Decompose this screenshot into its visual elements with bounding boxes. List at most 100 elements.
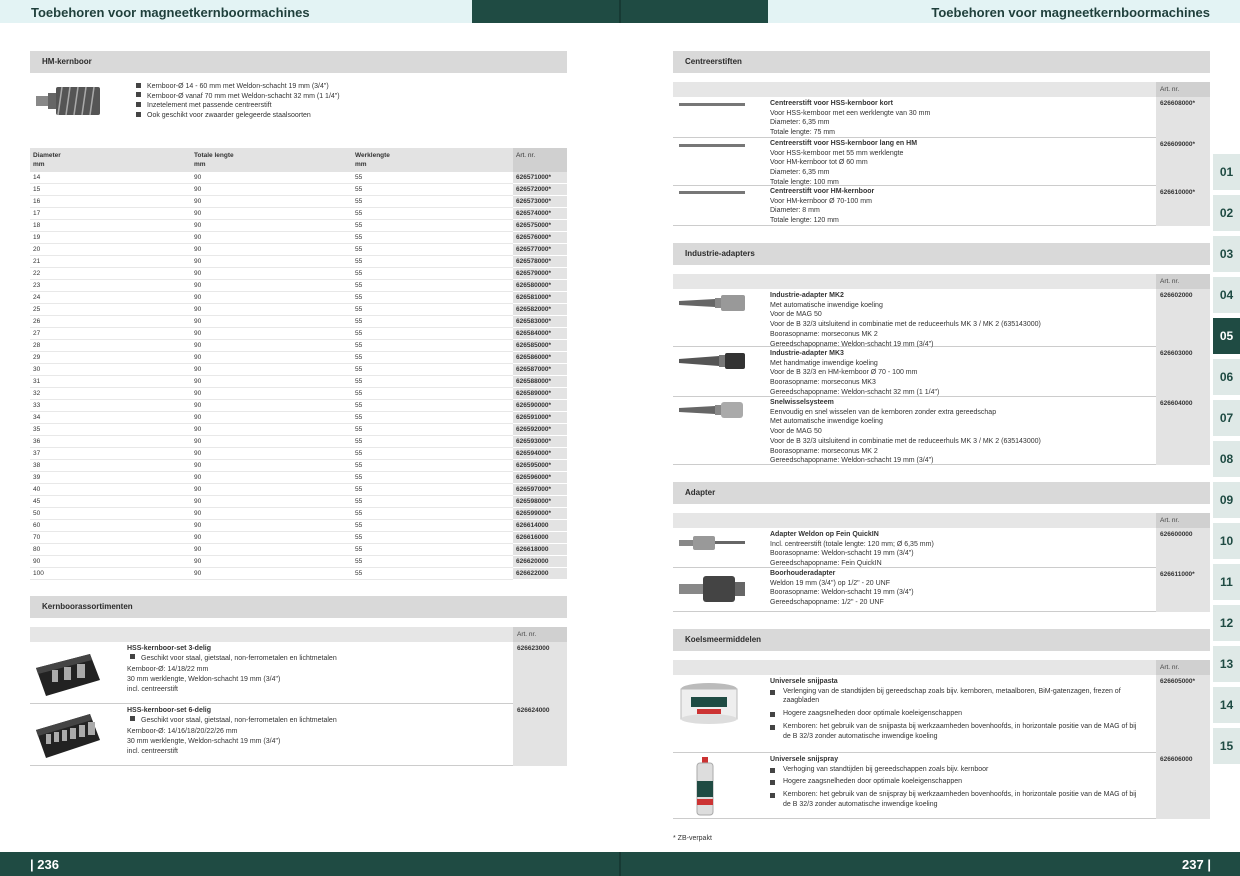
list-item: Geschikt voor staal, gietstaal, non-ferr… — [127, 716, 337, 726]
table-row: 16 90 55 626573000* — [30, 195, 567, 209]
tab-chapter-03[interactable]: 03 — [1213, 236, 1240, 272]
cell-diameter: 17 — [30, 207, 191, 221]
cell-art-nr: 626586000* — [513, 351, 567, 365]
product-name: Adapter Weldon op Fein QuickIN — [770, 531, 879, 538]
spec-line: Gereedschapopname: Weldon-schacht 19 mm … — [770, 457, 934, 465]
cell-totale-lengte: 90 — [191, 543, 352, 557]
cell-werklengte: 55 — [352, 555, 513, 569]
table-row: 20 90 55 626577000* — [30, 243, 567, 257]
cell-totale-lengte: 90 — [191, 315, 352, 329]
cell-diameter: 28 — [30, 339, 191, 353]
art-nr: 626602000 — [1156, 289, 1210, 347]
spec-line: Incl. centreerstift (totale lengte: 120 … — [770, 540, 934, 548]
table-row: 14 90 55 626571000* — [30, 172, 567, 185]
cell-werklengte: 55 — [352, 315, 513, 329]
spine-divider — [619, 0, 621, 23]
tab-chapter-10[interactable]: 10 — [1213, 523, 1240, 559]
cell-totale-lengte: 90 — [191, 207, 352, 221]
spec-line: 30 mm werklengte, Weldon-schacht 19 mm (… — [127, 738, 281, 746]
table-row: 26 90 55 626583000* — [30, 315, 567, 329]
art-nr: 626609000* — [1156, 138, 1210, 186]
art-nr: 626611000* — [1156, 568, 1210, 612]
cell-totale-lengte: 90 — [191, 471, 352, 485]
cell-art-nr: 626618000 — [513, 543, 567, 557]
tab-chapter-12[interactable]: 12 — [1213, 605, 1240, 641]
table-row: 39 90 55 626596000* — [30, 471, 567, 485]
art-nr: 626600000 — [1156, 528, 1210, 568]
cell-art-nr: 626591000* — [513, 411, 567, 425]
cell-totale-lengte: 90 — [191, 195, 352, 209]
table-row: 32 90 55 626589000* — [30, 387, 567, 401]
tab-chapter-14[interactable]: 14 — [1213, 687, 1240, 723]
cell-totale-lengte: 90 — [191, 375, 352, 389]
centreerstift-kort-image — [679, 103, 745, 106]
tab-chapter-08[interactable]: 08 — [1213, 441, 1240, 477]
cell-totale-lengte: 90 — [191, 267, 352, 281]
product-name: Snelwisselsysteem — [770, 399, 834, 406]
list-item: Kernboren: het gebruik van de snijpasta … — [770, 722, 1140, 741]
snelwisselsysteem-image — [679, 402, 743, 418]
tab-chapter-05[interactable]: 05 — [1213, 318, 1240, 354]
cell-werklengte: 55 — [352, 363, 513, 377]
table-row: 35 90 55 626592000* — [30, 423, 567, 437]
cell-totale-lengte: 90 — [191, 399, 352, 413]
cell-werklengte: 55 — [352, 483, 513, 497]
cell-diameter: 33 — [30, 399, 191, 413]
spec-line: Voor HSS-kernboor met 55 mm werklengte — [770, 149, 904, 157]
cell-diameter: 25 — [30, 303, 191, 317]
cell-art-nr: 626583000* — [513, 315, 567, 329]
section-centreerstiften: Centreerstiften — [673, 51, 1210, 73]
cell-diameter: 36 — [30, 435, 191, 449]
col-header-art-nr: Art. nr. — [1156, 660, 1210, 675]
cell-werklengte: 55 — [352, 411, 513, 425]
table-header-bar — [30, 627, 513, 642]
list-item: Kernboor-Ø vanaf 70 mm met Weldon-schach… — [136, 92, 340, 102]
art-nr: 626603000 — [1156, 347, 1210, 397]
tab-chapter-13[interactable]: 13 — [1213, 646, 1240, 682]
hm-kernboor-image — [36, 86, 100, 116]
art-nr: 626623000 — [513, 642, 567, 704]
cell-art-nr: 626598000* — [513, 495, 567, 509]
list-item: Verlenging van de standtijden bij gereed… — [770, 687, 1140, 706]
cell-werklengte: 55 — [352, 219, 513, 233]
list-item — [673, 568, 1210, 612]
product-name: Centreerstift voor HSS-kernboor lang en … — [770, 140, 918, 147]
cell-diameter: 100 — [30, 567, 191, 581]
cell-werklengte: 55 — [352, 183, 513, 197]
tab-chapter-04[interactable]: 04 — [1213, 277, 1240, 313]
list-item: Ook geschikt voor zwaarder gelegeerde st… — [136, 111, 340, 121]
spec-line: Voor de B 32/3 en HM-kernboor Ø 70 - 100… — [770, 369, 918, 377]
cell-totale-lengte: 90 — [191, 447, 352, 461]
cell-werklengte: 55 — [352, 471, 513, 485]
table-row: 25 90 55 626582000* — [30, 303, 567, 317]
cell-art-nr: 626574000* — [513, 207, 567, 221]
art-nr: 626605000* — [1156, 675, 1210, 753]
table-header-bar — [673, 82, 1156, 97]
spec-line: Totale lengte: 120 mm — [770, 217, 839, 225]
list-item: Hogere zaagsnelheden door optimale koele… — [770, 777, 1140, 787]
tab-chapter-01[interactable]: 01 — [1213, 154, 1240, 190]
cell-werklengte: 55 — [352, 195, 513, 209]
cell-art-nr: 626596000* — [513, 471, 567, 485]
cell-werklengte: 55 — [352, 351, 513, 365]
list-item — [673, 138, 1210, 186]
product-name: HSS-kernboor-set 3-delig — [127, 645, 212, 652]
cell-art-nr: 626576000* — [513, 231, 567, 245]
tab-chapter-07[interactable]: 07 — [1213, 400, 1240, 436]
tab-chapter-02[interactable]: 02 — [1213, 195, 1240, 231]
cell-werklengte: 55 — [352, 507, 513, 521]
cell-werklengte: 55 — [352, 375, 513, 389]
tab-chapter-09[interactable]: 09 — [1213, 482, 1240, 518]
tab-chapter-11[interactable]: 11 — [1213, 564, 1240, 600]
cell-diameter: 20 — [30, 243, 191, 257]
cell-totale-lengte: 90 — [191, 327, 352, 341]
cell-werklengte: 55 — [352, 243, 513, 257]
cell-totale-lengte: 90 — [191, 531, 352, 545]
list-item — [673, 528, 1210, 568]
cell-diameter: 30 — [30, 363, 191, 377]
cell-art-nr: 626571000* — [513, 172, 567, 185]
cell-werklengte: 55 — [352, 423, 513, 437]
tab-chapter-06[interactable]: 06 — [1213, 359, 1240, 395]
table-row: 17 90 55 626574000* — [30, 207, 567, 221]
tab-chapter-15[interactable]: 15 — [1213, 728, 1240, 764]
